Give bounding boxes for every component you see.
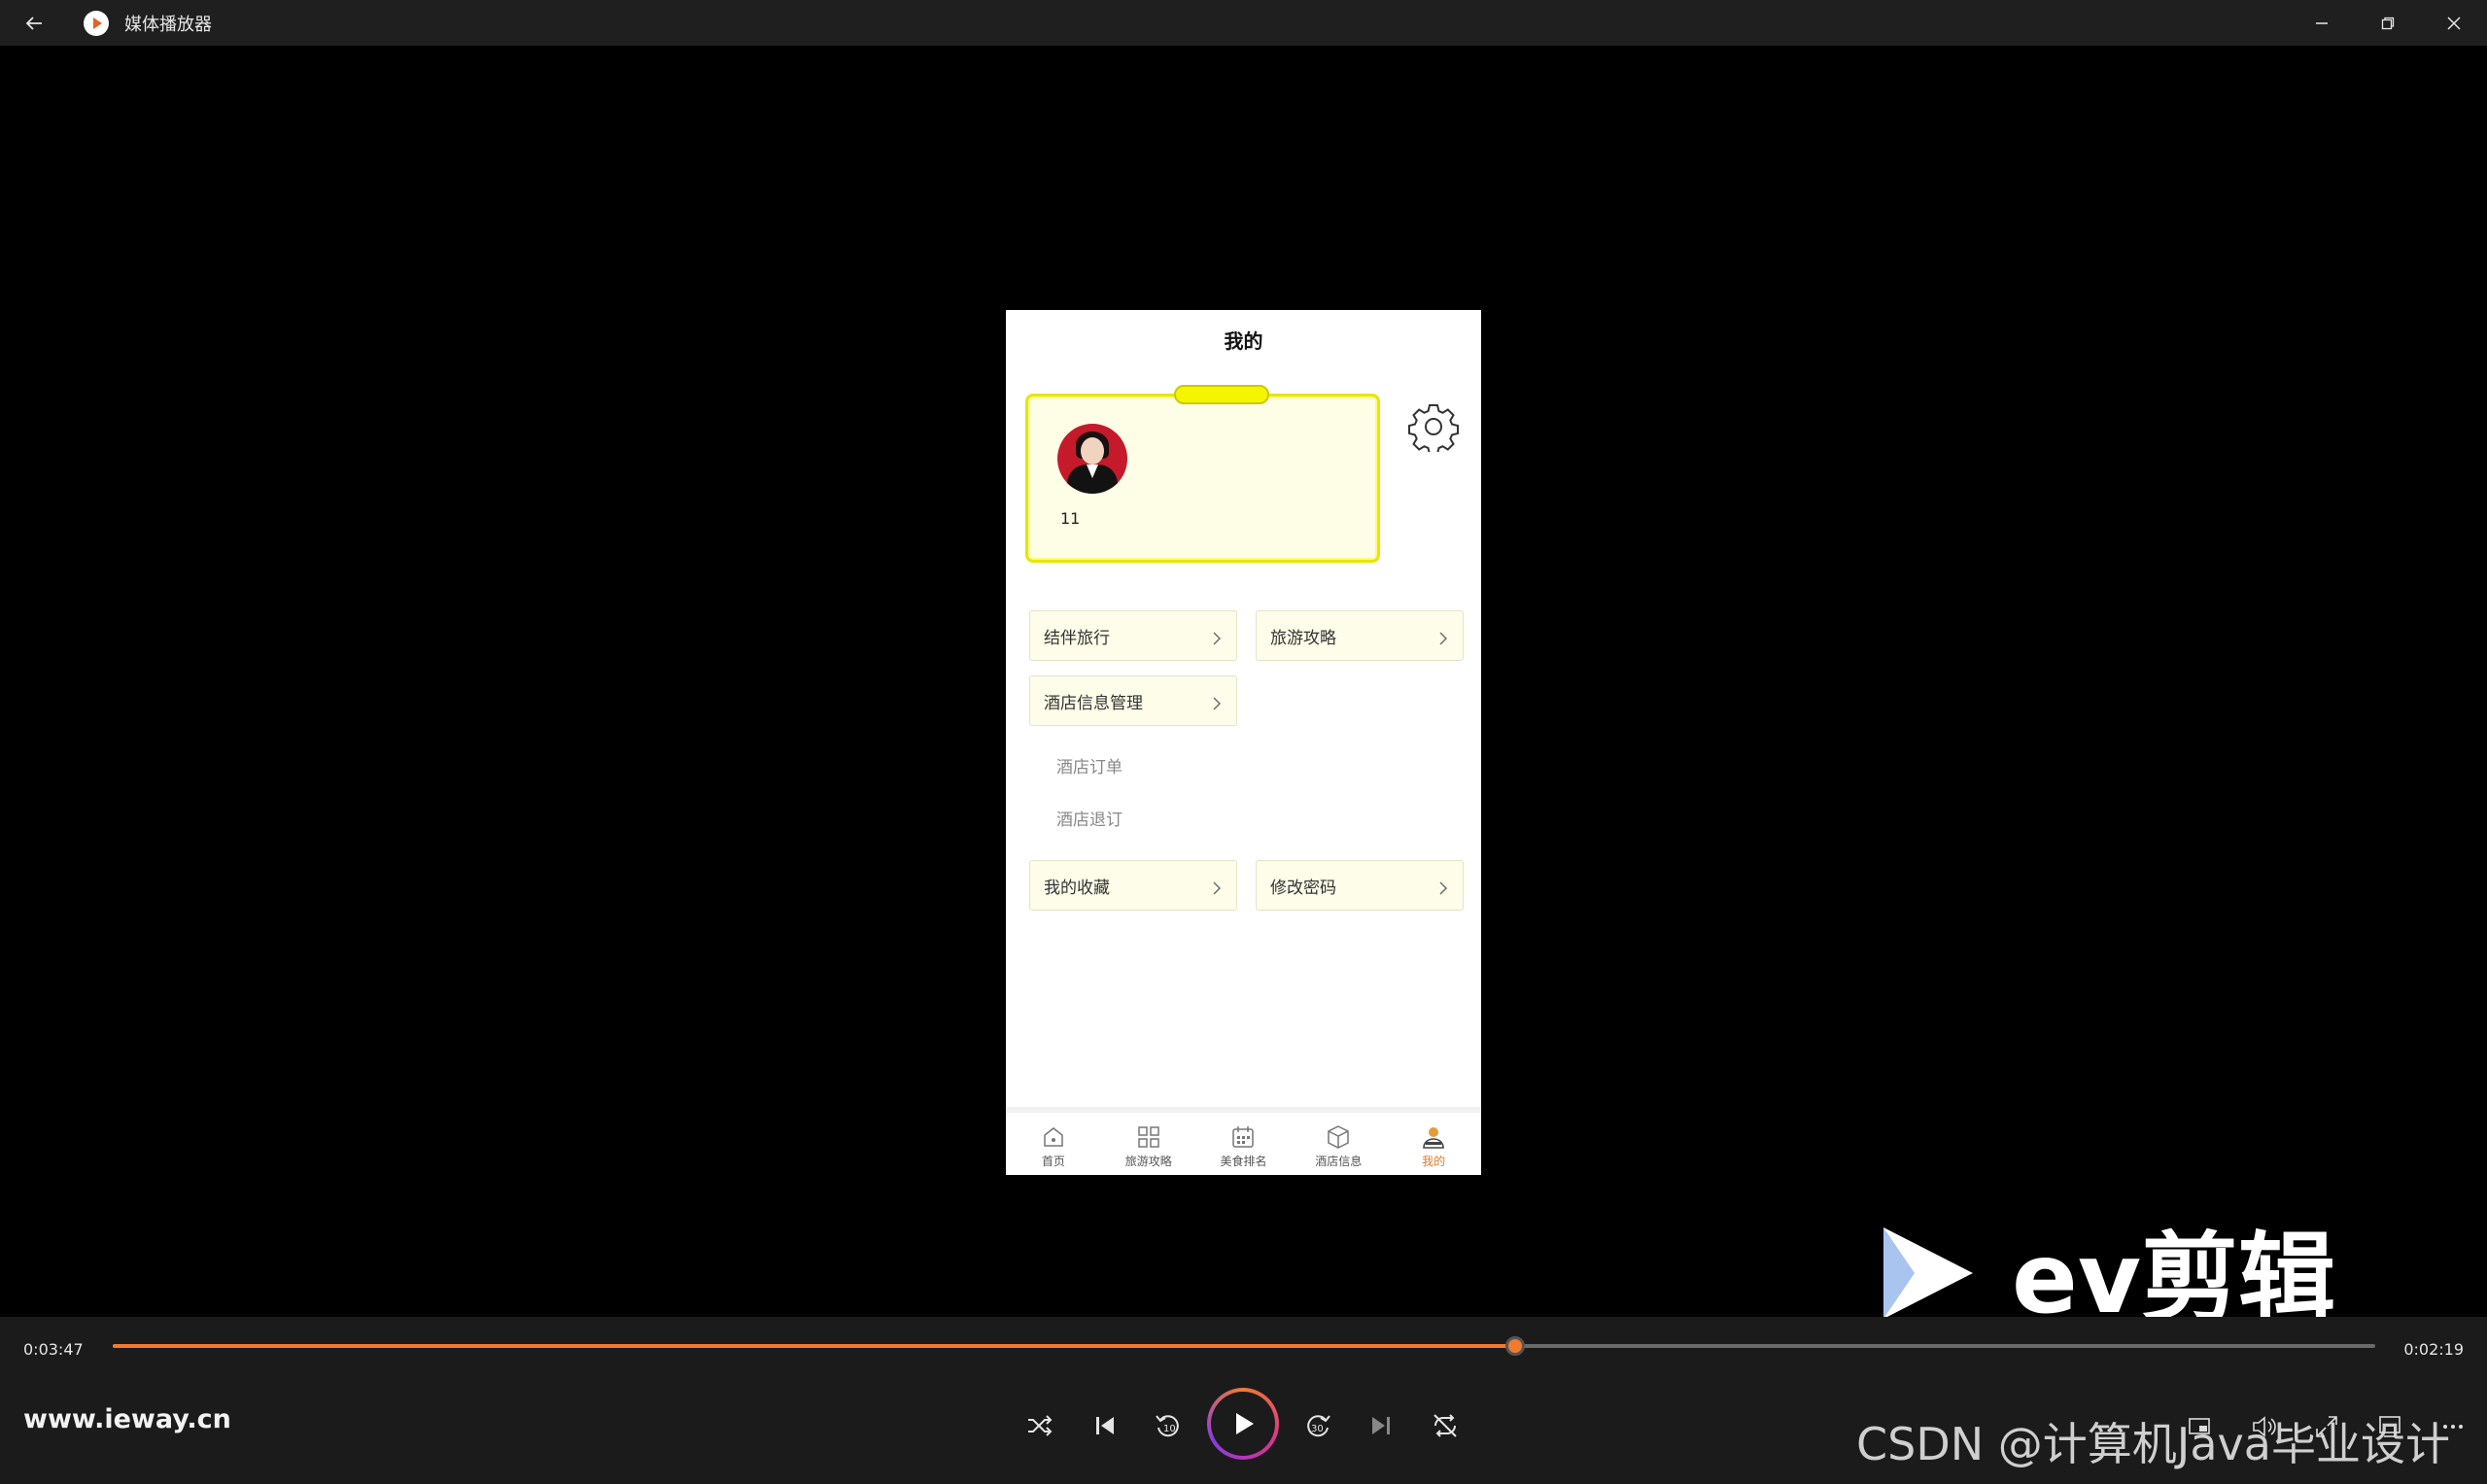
travel-guide-label: 旅游攻略	[1270, 628, 1336, 648]
svg-text:30: 30	[1311, 1424, 1324, 1434]
fast-forward-icon: 30	[1307, 1415, 1330, 1437]
tab-label: 酒店信息	[1315, 1154, 1363, 1168]
shuffle-button[interactable]	[1020, 1406, 1059, 1445]
hotel-info-manage-button[interactable]: 酒店信息管理	[1029, 675, 1237, 726]
shuffle-icon	[1028, 1415, 1053, 1436]
ev-editor-watermark-logo: ev剪辑	[1883, 1222, 2335, 1327]
hotel-info-manage-label: 酒店信息管理	[1044, 693, 1143, 713]
csdn-overlay-text: CSDN @计算机Java毕业设计	[1856, 1418, 2450, 1470]
miniplayer-icon	[2189, 1418, 2210, 1434]
settings-gear-icon[interactable]	[1408, 401, 1459, 452]
miniplayer-button[interactable]	[2181, 1408, 2218, 1445]
tab-label: 我的	[1422, 1154, 1446, 1168]
change-password-label: 修改密码	[1270, 878, 1336, 898]
svg-text:10: 10	[1163, 1424, 1176, 1434]
cast-button[interactable]	[2371, 1408, 2408, 1445]
travel-partner-label: 结伴旅行	[1044, 628, 1110, 648]
page-title: 我的	[1224, 328, 1263, 353]
back-arrow-icon	[25, 16, 42, 30]
card-tab-decoration	[1174, 385, 1269, 404]
minimize-button[interactable]	[2289, 0, 2355, 46]
phone-screen: 我的 11 结伴旅行 旅游攻略 酒店信息管理 酒店订单 酒店退订 我的收藏 修改…	[1006, 310, 1481, 1175]
chevron-right-icon	[1213, 881, 1221, 895]
tab-mine[interactable]: 我的	[1386, 1113, 1481, 1175]
my-favorites-button[interactable]: 我的收藏	[1029, 860, 1237, 911]
skip-next-icon	[1372, 1417, 1390, 1434]
restore-button[interactable]	[2355, 0, 2421, 46]
fullscreen-button[interactable]	[2308, 1408, 2345, 1445]
profile-card: 11	[1025, 385, 1380, 563]
more-options-button[interactable]	[2435, 1408, 2471, 1445]
player-controls: 0:03:47 0:02:19 www.ieway.cn 10 30 CSDN …	[0, 1317, 2487, 1484]
app-icon	[84, 10, 109, 36]
close-button[interactable]	[2421, 0, 2487, 46]
tab-travel-guide[interactable]: 旅游攻略	[1101, 1113, 1196, 1175]
hotel-order-link[interactable]: 酒店订单	[1056, 753, 1123, 777]
rewind-icon: 10	[1156, 1415, 1179, 1437]
remaining-time: 0:02:19	[2403, 1340, 2464, 1359]
tab-label: 旅游攻略	[1124, 1154, 1172, 1168]
tab-label: 首页	[1041, 1154, 1065, 1168]
window-titlebar: 媒体播放器	[0, 0, 2487, 46]
home-icon	[1044, 1126, 1063, 1147]
seek-thumb[interactable]	[1505, 1336, 1526, 1356]
chevron-right-icon	[1213, 632, 1221, 645]
seek-bar-progress	[113, 1344, 1516, 1348]
seek-bar[interactable]	[113, 1336, 2375, 1356]
cast-icon	[2379, 1416, 2401, 1437]
tab-hotel-info[interactable]: 酒店信息	[1291, 1113, 1386, 1175]
grid-icon	[1137, 1125, 1159, 1148]
hotel-cancel-link[interactable]: 酒店退订	[1056, 806, 1123, 830]
change-password-button[interactable]: 修改密码	[1256, 860, 1464, 911]
forward-30-button[interactable]: 30	[1298, 1406, 1337, 1445]
more-icon	[2443, 1425, 2463, 1429]
tab-label: 美食排名	[1220, 1154, 1267, 1168]
my-favorites-label: 我的收藏	[1044, 878, 1110, 898]
travel-partner-button[interactable]: 结伴旅行	[1029, 610, 1237, 661]
repeat-off-button[interactable]	[1426, 1406, 1465, 1445]
rewind-10-button[interactable]: 10	[1149, 1406, 1188, 1445]
user-icon	[1423, 1126, 1444, 1149]
username: 11	[1060, 509, 1081, 528]
tab-home[interactable]: 首页	[1006, 1113, 1101, 1175]
volume-button[interactable]	[2245, 1408, 2282, 1445]
restore-icon	[2381, 17, 2395, 29]
chevron-right-icon	[1213, 697, 1221, 710]
volume-icon	[2253, 1416, 2276, 1437]
travel-guide-button[interactable]: 旅游攻略	[1256, 610, 1464, 661]
window-title: 媒体播放器	[124, 14, 212, 35]
skip-previous-icon	[1096, 1417, 1114, 1434]
avatar[interactable]	[1057, 424, 1127, 494]
previous-button[interactable]	[1086, 1406, 1124, 1445]
svg-text:ev剪辑: ev剪辑	[2012, 1222, 2335, 1327]
chevron-right-icon	[1439, 881, 1447, 895]
back-button[interactable]	[0, 0, 68, 46]
play-button[interactable]	[1207, 1388, 1279, 1460]
chevron-right-icon	[1439, 632, 1447, 645]
site-watermark: www.ieway.cn	[23, 1404, 231, 1434]
play-icon	[1236, 1413, 1254, 1434]
minimize-icon	[2316, 21, 2328, 24]
tab-food-ranking[interactable]: 美食排名	[1196, 1113, 1292, 1175]
calendar-icon	[1232, 1125, 1255, 1148]
next-button[interactable]	[1362, 1406, 1400, 1445]
bottom-tab-bar: 首页 旅游攻略 美食排名 酒店信息 我的	[1006, 1107, 1481, 1175]
expand-icon	[2316, 1416, 2337, 1437]
close-icon	[2447, 16, 2461, 30]
repeat-off-icon	[1433, 1414, 1457, 1437]
box-icon	[1328, 1124, 1350, 1149]
current-time: 0:03:47	[23, 1340, 84, 1359]
